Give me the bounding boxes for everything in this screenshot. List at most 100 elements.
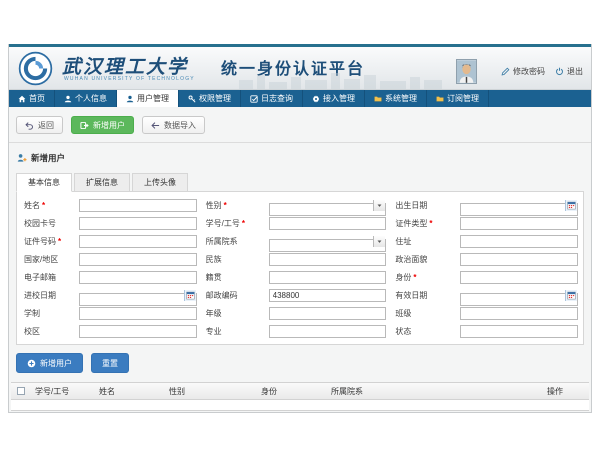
id-number-field-label: 证件号码* — [24, 236, 70, 247]
postal-code-field[interactable] — [269, 289, 387, 302]
status-field[interactable] — [460, 325, 578, 338]
id-number-field[interactable] — [79, 235, 197, 248]
dropdown-icon — [376, 202, 383, 209]
required-asterisk: * — [242, 219, 245, 228]
add-user-toolbar-button[interactable]: 新增用户 — [71, 116, 134, 134]
postal-code-field-label: 邮政编码 — [206, 290, 260, 301]
field-label-text: 证件类型 — [395, 219, 427, 228]
id-type-field[interactable] — [460, 217, 578, 230]
gender-select-dropdown-button[interactable] — [373, 200, 385, 211]
field-label-text: 年级 — [206, 309, 222, 318]
required-asterisk: * — [42, 201, 45, 210]
header: 武汉理工大学 WUHAN UNIVERSITY OF TECHNOLOGY 统一… — [9, 47, 591, 90]
field-label-text: 出生日期 — [395, 201, 427, 210]
university-name: 武汉理工大学 — [62, 52, 188, 79]
nav-item-label: 权限管理 — [199, 93, 231, 104]
logout-link[interactable]: 退出 — [555, 66, 583, 77]
nav-item-system-mgmt[interactable]: 系统管理 — [365, 90, 427, 107]
department-select-label: 所属院系 — [206, 236, 260, 247]
power-icon — [555, 67, 564, 76]
nav-item-label: 个人信息 — [75, 93, 107, 104]
enrollment-date-field-calendar-button[interactable] — [184, 290, 196, 301]
col-identity: 身份 — [257, 386, 327, 397]
department-select-wrap — [269, 235, 387, 248]
valid-date-field[interactable] — [460, 293, 578, 306]
department-select[interactable] — [269, 239, 387, 252]
grade-field[interactable] — [269, 307, 387, 320]
required-asterisk: * — [413, 273, 416, 282]
country-field[interactable] — [79, 253, 197, 266]
field-label-text: 籍贯 — [206, 273, 222, 282]
status-field-label: 状态 — [395, 326, 451, 337]
dropdown-icon — [376, 238, 383, 245]
major-field[interactable] — [269, 325, 387, 338]
change-password-link[interactable]: 修改密码 — [501, 66, 545, 77]
nav-item-access-mgmt[interactable]: 接入管理 — [303, 90, 365, 107]
main-nav: 首页 个人信息用户管理 权限管理日志查询接入管理 系统管理订阅管理 — [9, 90, 591, 107]
gender-select-label: 性别* — [206, 200, 260, 211]
schooling-length-field-label: 学制 — [24, 308, 70, 319]
tab-basic-info[interactable]: 基本信息 — [16, 173, 72, 192]
gender-select[interactable] — [269, 203, 387, 216]
ethnicity-field[interactable] — [269, 253, 387, 266]
university-logo-icon — [18, 51, 53, 86]
campus-card-field[interactable] — [79, 217, 197, 230]
export-icon — [80, 121, 89, 130]
birth-date-field-calendar-button[interactable] — [565, 200, 577, 211]
nav-item-profile[interactable]: 个人信息 — [55, 90, 117, 107]
enrollment-date-field-label: 进校日期 — [24, 290, 70, 301]
address-field[interactable] — [460, 235, 578, 248]
select-all-checkbox[interactable] — [17, 387, 25, 395]
birth-date-field[interactable] — [460, 203, 578, 216]
native-place-field[interactable] — [269, 271, 387, 284]
import-icon — [151, 121, 160, 130]
enrollment-date-field[interactable] — [79, 293, 197, 306]
add-user-icon — [17, 153, 27, 163]
field-label-text: 政治面貌 — [395, 255, 427, 264]
field-label-text: 校区 — [24, 327, 40, 336]
class-field-label: 班级 — [395, 308, 451, 319]
department-select-dropdown-button[interactable] — [373, 236, 385, 247]
nav-item-home[interactable]: 首页 — [9, 90, 55, 107]
field-label-text: 学制 — [24, 309, 40, 318]
field-label-text: 班级 — [395, 309, 411, 318]
tab-extended-info[interactable]: 扩展信息 — [74, 173, 130, 192]
field-label-text: 住址 — [395, 237, 411, 246]
address-field-label: 住址 — [395, 236, 451, 247]
name-field[interactable] — [79, 199, 197, 212]
field-label-text: 进校日期 — [24, 291, 56, 300]
student-id-field[interactable] — [269, 217, 387, 230]
political-status-field[interactable] — [460, 253, 578, 266]
major-field-label: 专业 — [206, 326, 260, 337]
valid-date-field-calendar-button[interactable] — [565, 290, 577, 301]
required-asterisk: * — [429, 219, 432, 228]
data-import-button[interactable]: 数据导入 — [142, 116, 205, 134]
users-icon — [126, 95, 134, 103]
table-empty-row — [11, 400, 589, 411]
reset-button[interactable]: 重置 — [91, 353, 129, 373]
field-label-text: 姓名 — [24, 201, 40, 210]
tab-upload-avatar[interactable]: 上传头像 — [132, 173, 188, 192]
nav-item-log-query[interactable]: 日志查询 — [241, 90, 303, 107]
political-status-field-label: 政治面貌 — [395, 254, 451, 265]
page: { "colors":{"nav_blue":"#1b6191","top_li… — [0, 0, 600, 450]
campus-field-label: 校区 — [24, 326, 70, 337]
col-department: 所属院系 — [327, 386, 543, 397]
schooling-length-field[interactable] — [79, 307, 197, 320]
email-field[interactable] — [79, 271, 197, 284]
enrollment-date-field-wrap — [79, 289, 197, 302]
name-field-label: 姓名* — [24, 200, 70, 211]
submit-add-user-button[interactable]: 新增用户 — [16, 353, 83, 373]
identity-field[interactable] — [460, 271, 578, 284]
field-label-text: 学号/工号 — [206, 219, 240, 228]
nav-item-subscription-mgmt[interactable]: 订阅管理 — [427, 90, 489, 107]
campus-field[interactable] — [79, 325, 197, 338]
field-label-text: 所属院系 — [206, 237, 238, 246]
nav-item-permission-mgmt[interactable]: 权限管理 — [179, 90, 241, 107]
back-button-label: 返回 — [38, 120, 54, 131]
back-button[interactable]: 返回 — [16, 116, 63, 134]
nav-item-label: 系统管理 — [385, 93, 417, 104]
class-field[interactable] — [460, 307, 578, 320]
field-label-text: 民族 — [206, 255, 222, 264]
nav-item-user-mgmt[interactable]: 用户管理 — [117, 90, 179, 107]
